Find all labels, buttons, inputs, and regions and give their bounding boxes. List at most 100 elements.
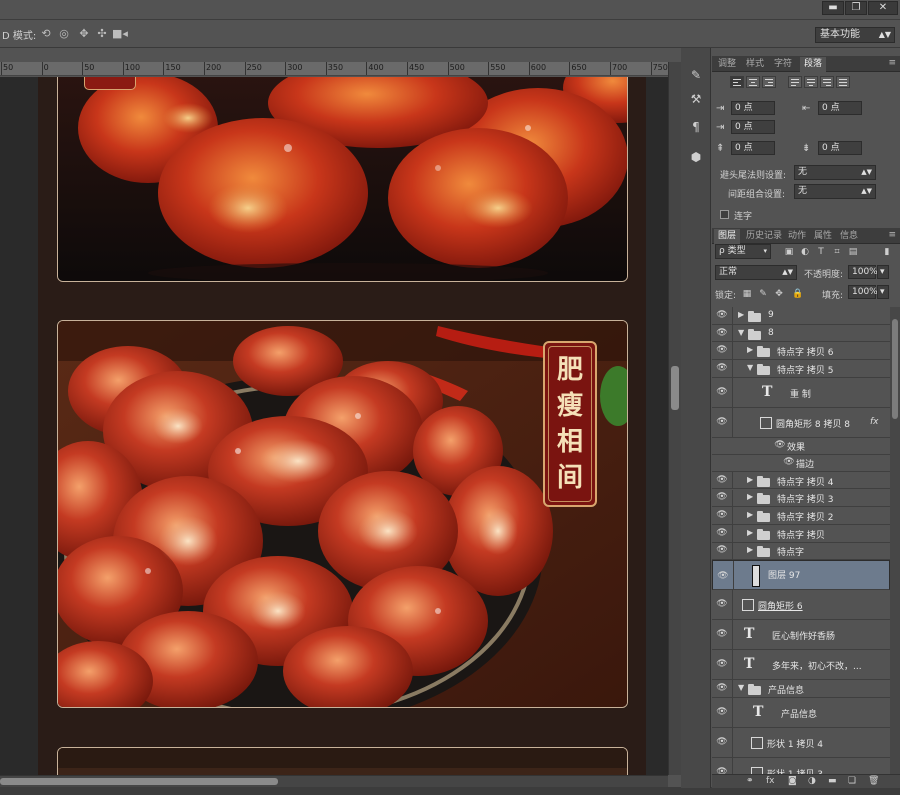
lock-pixels-icon[interactable]: ✎ (758, 289, 768, 299)
lock-position-icon[interactable]: ✥ (774, 289, 784, 299)
vertical-scrollbar[interactable] (668, 62, 681, 775)
eye-icon[interactable]: 👁 (715, 545, 729, 555)
eye-icon[interactable]: 👁 (716, 570, 730, 583)
tab-info[interactable]: 信息 (836, 229, 862, 244)
eye-icon[interactable]: 👁 (715, 387, 729, 397)
tab-character[interactable]: 字符 (770, 57, 796, 72)
layer-group-row[interactable]: 👁 ▶ 特点字 拷贝 (712, 524, 890, 543)
character-styles-icon[interactable]: ¶ (687, 118, 705, 136)
panel-menu-icon[interactable]: ≡ (888, 230, 896, 240)
3d-cube-icon[interactable]: ⬢ (687, 148, 705, 166)
eye-icon[interactable]: 👁 (715, 629, 729, 639)
blend-mode-select[interactable]: 正常 ▲▼ (715, 265, 797, 280)
chevron-down-icon[interactable]: ▼ (738, 328, 744, 337)
eye-icon[interactable]: 👁 (715, 417, 729, 427)
eye-icon[interactable]: 👁 (715, 737, 729, 747)
eye-icon[interactable]: 👁 (715, 475, 729, 485)
chevron-down-icon[interactable]: ▼ (747, 363, 753, 372)
chevron-right-icon[interactable]: ▶ (747, 528, 753, 537)
panel-menu-icon[interactable]: ≡ (888, 58, 896, 68)
clone-source-icon[interactable]: ⚒ (687, 90, 705, 108)
tab-actions[interactable]: 动作 (784, 229, 810, 244)
layer-effect-row[interactable]: 👁 效果 (712, 438, 890, 455)
filter-shape-icon[interactable]: ⌗ (832, 247, 842, 257)
eye-icon[interactable]: 👁 (715, 310, 729, 320)
layer-group-row[interactable]: 👁 ▼ 特点字 拷贝 5 (712, 360, 890, 378)
tab-paragraph[interactable]: 段落 (800, 57, 827, 72)
space-before-field[interactable]: 0 点 (731, 141, 775, 155)
indent-right-field[interactable]: 0 点 (818, 101, 862, 115)
brush-preset-icon[interactable]: ✎ (687, 66, 705, 84)
tab-history[interactable]: 历史记录 (742, 229, 786, 244)
orbit-3d-icon[interactable]: ⟲ (38, 26, 54, 42)
tab-layers[interactable]: 图层 (714, 229, 741, 244)
justify-last-left-button[interactable] (788, 76, 802, 88)
justify-all-button[interactable] (836, 76, 850, 88)
trash-icon[interactable]: 🗑 (868, 776, 879, 786)
filter-adjustment-icon[interactable]: ◐ (800, 247, 810, 257)
eye-icon[interactable]: 👁 (715, 659, 729, 669)
tab-styles[interactable]: 样式 (742, 57, 768, 72)
canvas-area[interactable]: 肥 瘦 相 间 (0, 77, 668, 775)
layer-row[interactable]: 👁 T 产品信息 (712, 698, 890, 728)
new-layer-icon[interactable]: ❏ (848, 776, 856, 786)
chevron-right-icon[interactable]: ▶ (738, 310, 744, 319)
layer-group-row[interactable]: 👁 ▶ 特点字 拷贝 2 (712, 507, 890, 525)
justify-last-right-button[interactable] (820, 76, 834, 88)
fill-field[interactable]: 100% (848, 285, 878, 299)
chevron-right-icon[interactable]: ▶ (747, 475, 753, 484)
roll-3d-icon[interactable]: ◎ (56, 26, 72, 42)
layer-effect-row[interactable]: 👁 描边 (712, 455, 890, 472)
tab-adjustments[interactable]: 调整 (714, 57, 740, 72)
filter-toggle-icon[interactable]: ▮ (882, 247, 892, 257)
indent-left-field[interactable]: 0 点 (731, 101, 775, 115)
workspace-select[interactable]: 基本功能 ▲▼ (815, 27, 895, 43)
new-group-icon[interactable]: ▬ (828, 776, 837, 786)
chevron-down-icon[interactable]: ▼ (738, 683, 744, 692)
layer-group-row[interactable]: 👁 ▼ 产品信息 (712, 680, 890, 698)
eye-icon[interactable]: 👁 (715, 599, 729, 609)
adjustment-layer-icon[interactable]: ◑ (808, 776, 816, 786)
mojikumi-select[interactable]: 无 ▲▼ (794, 184, 876, 199)
opacity-field[interactable]: 100% (848, 265, 878, 279)
layer-group-row[interactable]: 👁 ▶ 特点字 拷贝 6 (712, 342, 890, 361)
eye-icon[interactable]: 👁 (715, 510, 729, 520)
chevron-right-icon[interactable]: ▶ (747, 545, 753, 554)
chevron-right-icon[interactable]: ▶ (747, 510, 753, 519)
eye-icon[interactable]: 👁 (715, 528, 729, 538)
layer-row[interactable]: 👁 圆角矩形 6 (712, 590, 890, 621)
eye-icon[interactable]: 👁 (715, 683, 729, 693)
align-left-button[interactable] (730, 76, 744, 88)
lock-all-icon[interactable]: 🔒 (792, 289, 803, 299)
filter-pixel-icon[interactable]: ▣ (784, 247, 794, 257)
mask-icon[interactable]: ◙ (788, 776, 797, 786)
eye-icon[interactable]: 👁 (715, 707, 729, 717)
slide-3d-icon[interactable]: ✣ (94, 26, 110, 42)
horizontal-scroll-thumb[interactable] (0, 778, 278, 785)
top-ruler[interactable]: 50 0 50 100 150 200 250 300 350 400 450 500 550 600 65… (0, 62, 668, 76)
filter-smart-object-icon[interactable]: ▤ (848, 247, 858, 257)
layer-group-row[interactable]: 👁 ▼ 8 (712, 324, 890, 343)
align-center-button[interactable] (746, 76, 760, 88)
layer-row[interactable]: 👁 T 重 制 (712, 377, 890, 408)
eye-icon[interactable]: 👁 (715, 492, 729, 502)
close-button[interactable]: ✕ (868, 1, 898, 15)
eye-icon[interactable]: 👁 (715, 345, 729, 355)
space-after-field[interactable]: 0 点 (818, 141, 862, 155)
layer-group-row[interactable]: 👁 ▶ 特点字 拷贝 3 (712, 489, 890, 508)
layer-row[interactable]: 👁 T 匠心制作好香肠 (712, 620, 890, 651)
chevron-right-icon[interactable]: ▶ (747, 345, 753, 354)
horizontal-scrollbar[interactable] (0, 775, 668, 787)
eye-icon[interactable]: 👁 (715, 363, 729, 373)
filter-text-icon[interactable]: T (816, 247, 826, 257)
lock-transparency-icon[interactable]: ▦ (742, 289, 752, 299)
fill-dropdown[interactable]: ▾ (877, 285, 889, 299)
layer-group-row[interactable]: 👁 ▶ 特点字 拷贝 4 (712, 471, 890, 490)
vertical-scroll-thumb[interactable] (671, 366, 679, 410)
camera-3d-icon[interactable]: ■◂ (112, 26, 128, 42)
layer-group-row[interactable]: 👁 ▶ 特点字 (712, 542, 890, 561)
layer-row[interactable]: 👁 T 多年来，初心不改，... (712, 650, 890, 681)
link-layers-icon[interactable]: ⚭ (746, 776, 754, 786)
layer-row[interactable]: 👁 形状 1 拷贝 4 (712, 728, 890, 758)
kinsoku-select[interactable]: 无 ▲▼ (794, 165, 876, 180)
